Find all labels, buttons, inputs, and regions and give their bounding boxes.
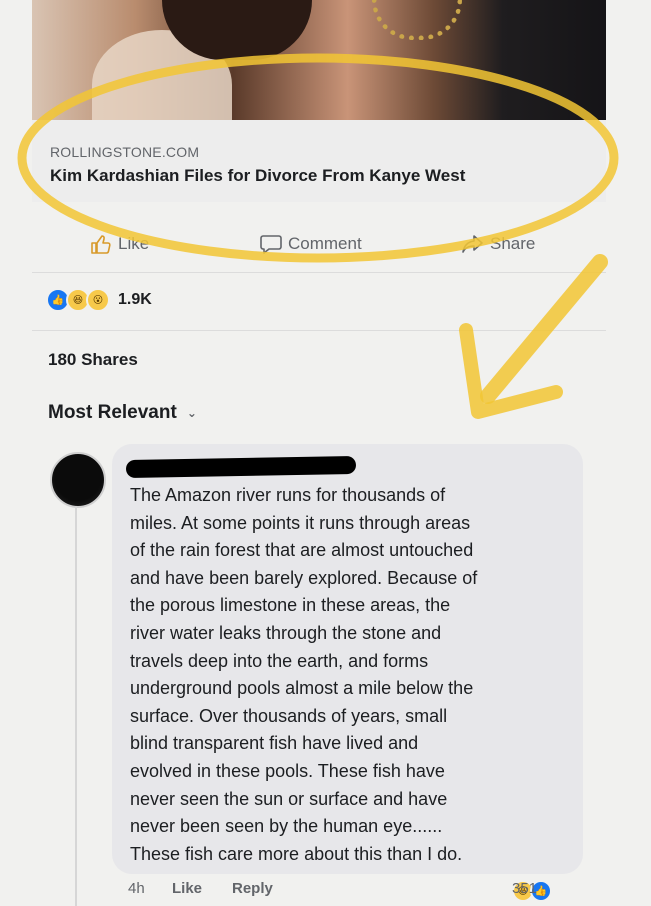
- comment-reactions[interactable]: 351 😆 👍: [512, 880, 552, 902]
- comment-bubble: The Amazon river runs for thousands of m…: [112, 444, 583, 874]
- share-button[interactable]: Share: [462, 234, 535, 254]
- comment-time[interactable]: 4h: [128, 880, 145, 897]
- share-icon: [462, 235, 483, 253]
- comment-sort-dropdown[interactable]: Most Relevant ⌄: [48, 402, 197, 424]
- comment-label: Comment: [288, 234, 362, 253]
- divider: [32, 330, 606, 331]
- share-label: Share: [490, 234, 536, 253]
- comment-reaction-count: 351: [512, 880, 538, 897]
- link-domain: ROLLINGSTONE.COM: [50, 144, 200, 160]
- link-card[interactable]: ROLLINGSTONE.COM Kim Kardashian Files fo…: [32, 120, 606, 202]
- like-button[interactable]: Like: [90, 234, 149, 254]
- comment-text: The Amazon river runs for thousands of m…: [130, 485, 478, 864]
- divider: [32, 272, 606, 273]
- comment-like-button[interactable]: Like: [172, 880, 202, 897]
- link-preview-image[interactable]: [32, 0, 606, 120]
- photo-detail: [372, 0, 462, 40]
- reaction-count: 1.9K: [118, 291, 152, 308]
- link-headline[interactable]: Kim Kardashian Files for Divorce From Ka…: [50, 166, 465, 186]
- comment-icon: [260, 235, 282, 254]
- thread-line: [75, 506, 77, 906]
- reactions-summary[interactable]: 👍 😆 😮 1.9K: [46, 288, 152, 312]
- thumbs-up-icon: [91, 235, 111, 254]
- shares-count[interactable]: 180 Shares: [48, 350, 138, 370]
- like-label: Like: [118, 234, 150, 253]
- avatar[interactable]: [50, 452, 106, 508]
- wow-icon: 😮: [86, 288, 110, 312]
- redacted-author-name: [125, 455, 357, 479]
- highlight-arrow-head: [459, 323, 563, 419]
- comment-button[interactable]: Comment: [260, 234, 362, 254]
- comment-footer: 4h Like Reply 351 😆 👍: [128, 880, 598, 902]
- post-action-bar: Like Comment Share: [32, 222, 606, 270]
- comment-reply-button[interactable]: Reply: [232, 880, 273, 897]
- sort-label: Most Relevant: [48, 402, 177, 423]
- chevron-down-icon: ⌄: [186, 406, 197, 420]
- highlight-arrow: [480, 254, 608, 404]
